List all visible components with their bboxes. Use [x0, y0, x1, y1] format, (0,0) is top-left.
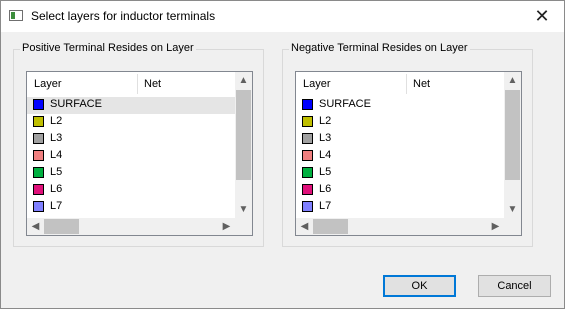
vertical-scrollbar[interactable]: ▲ ▼ — [504, 72, 521, 218]
layer-color-swatch — [33, 184, 44, 195]
layer-row[interactable]: L3 — [27, 131, 235, 148]
layer-row[interactable]: L6 — [27, 182, 235, 199]
scroll-down-icon[interactable]: ▼ — [504, 201, 521, 218]
scroll-up-icon[interactable]: ▲ — [235, 72, 252, 89]
layer-color-swatch — [33, 201, 44, 212]
layer-row[interactable]: SURFACE — [27, 97, 235, 114]
layer-row[interactable]: L2 — [27, 114, 235, 131]
layer-name: L3 — [50, 132, 63, 144]
layer-name: L5 — [50, 166, 63, 178]
layer-name: L6 — [50, 183, 63, 195]
layer-name: L6 — [319, 183, 332, 195]
layer-row[interactable]: SURFACE — [296, 97, 504, 114]
layer-color-swatch — [33, 167, 44, 178]
horizontal-scrollbar[interactable]: ◀ ▶ — [27, 218, 235, 235]
scroll-corner — [504, 218, 521, 235]
layer-name: L7 — [319, 200, 332, 212]
scroll-right-icon[interactable]: ▶ — [487, 218, 504, 235]
positive-rows: SURFACE L2 L3 L4 L5 L6 L7 — [27, 97, 235, 216]
list-header: Layer Net — [27, 72, 235, 96]
horizontal-scroll-thumb[interactable] — [44, 219, 79, 234]
layer-row[interactable]: L4 — [296, 148, 504, 165]
column-header-net[interactable]: Net — [413, 78, 430, 90]
layer-color-swatch — [33, 133, 44, 144]
positive-terminal-group: Positive Terminal Resides on Layer Layer… — [13, 42, 264, 247]
scroll-left-icon[interactable]: ◀ — [27, 218, 44, 235]
layer-color-swatch — [302, 150, 313, 161]
layer-name: L3 — [319, 132, 332, 144]
layer-name: L4 — [50, 149, 63, 161]
horizontal-scroll-thumb[interactable] — [313, 219, 348, 234]
list-header: Layer Net — [296, 72, 504, 96]
vertical-scrollbar[interactable]: ▲ ▼ — [235, 72, 252, 218]
column-separator[interactable] — [137, 74, 138, 94]
layer-name: L4 — [319, 149, 332, 161]
ok-button[interactable]: OK — [383, 275, 456, 297]
negative-group-label: Negative Terminal Resides on Layer — [289, 42, 470, 54]
layer-color-swatch — [302, 133, 313, 144]
layer-row[interactable]: L3 — [296, 131, 504, 148]
layer-color-swatch — [302, 184, 313, 195]
layer-row[interactable]: L7 — [27, 199, 235, 216]
scroll-left-icon[interactable]: ◀ — [296, 218, 313, 235]
layer-color-swatch — [302, 99, 313, 110]
layer-color-swatch — [302, 116, 313, 127]
layer-name: L7 — [50, 200, 63, 212]
negative-layer-list[interactable]: Layer Net SURFACE L2 L3 L4 L5 L6 L7 ▲ ▼ ◀ ▶ — [295, 71, 522, 236]
layer-row[interactable]: L7 — [296, 199, 504, 216]
positive-group-label: Positive Terminal Resides on Layer — [20, 42, 196, 54]
title-bar: Select layers for inductor terminals ✕ — [1, 1, 564, 32]
cancel-button[interactable]: Cancel — [478, 275, 551, 297]
horizontal-scrollbar[interactable]: ◀ ▶ — [296, 218, 504, 235]
layer-name: SURFACE — [50, 98, 102, 110]
layer-name: L2 — [50, 115, 63, 127]
column-header-net[interactable]: Net — [144, 78, 161, 90]
layer-color-swatch — [33, 150, 44, 161]
negative-terminal-group: Negative Terminal Resides on Layer Layer… — [282, 42, 533, 247]
dialog-window: Select layers for inductor terminals ✕ P… — [0, 0, 565, 309]
layer-color-swatch — [33, 99, 44, 110]
app-window-icon — [9, 10, 23, 21]
positive-layer-list[interactable]: Layer Net SURFACE L2 L3 L4 L5 L6 L7 ▲ ▼ ◀ ▶ — [26, 71, 253, 236]
layer-row[interactable]: L5 — [296, 165, 504, 182]
column-header-layer[interactable]: Layer — [34, 78, 62, 90]
layer-row[interactable]: L2 — [296, 114, 504, 131]
layer-name: L2 — [319, 115, 332, 127]
scroll-down-icon[interactable]: ▼ — [235, 201, 252, 218]
layer-color-swatch — [302, 167, 313, 178]
scroll-corner — [235, 218, 252, 235]
vertical-scroll-thumb[interactable] — [505, 90, 520, 180]
layer-color-swatch — [33, 116, 44, 127]
layer-name: L5 — [319, 166, 332, 178]
column-separator[interactable] — [406, 74, 407, 94]
close-icon[interactable]: ✕ — [520, 1, 564, 32]
layer-name: SURFACE — [319, 98, 371, 110]
vertical-scroll-thumb[interactable] — [236, 90, 251, 180]
layer-row[interactable]: L6 — [296, 182, 504, 199]
window-title: Select layers for inductor terminals — [31, 9, 216, 23]
negative-rows: SURFACE L2 L3 L4 L5 L6 L7 — [296, 97, 504, 216]
layer-row[interactable]: L4 — [27, 148, 235, 165]
scroll-right-icon[interactable]: ▶ — [218, 218, 235, 235]
layer-row[interactable]: L5 — [27, 165, 235, 182]
column-header-layer[interactable]: Layer — [303, 78, 331, 90]
layer-color-swatch — [302, 201, 313, 212]
scroll-up-icon[interactable]: ▲ — [504, 72, 521, 89]
